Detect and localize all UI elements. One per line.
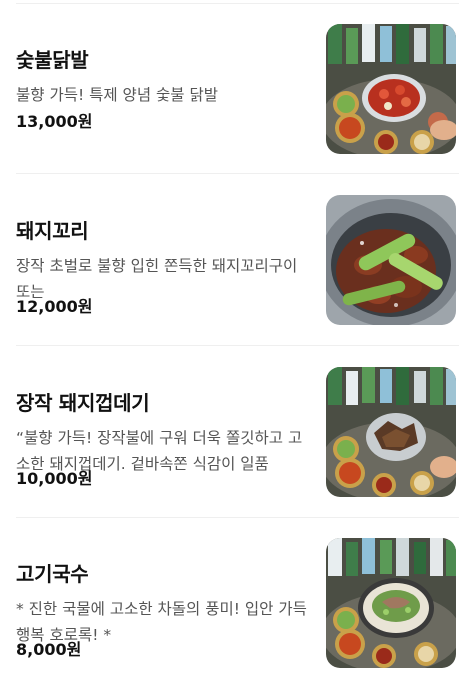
menu-item-pork-tail[interactable]: 돼지꼬리 장작 초벌로 불향 입힌 쫀득한 돼지꼬리구이 또는 12,000원 xyxy=(0,195,459,345)
menu-item-pork-skin[interactable]: 장작 돼지껍데기 “불향 가득! 장작불에 구워 더욱 쫄깃하고 고소한 돼지껍… xyxy=(0,367,459,517)
divider xyxy=(16,173,459,174)
divider xyxy=(16,517,459,518)
menu-item-price: 13,000원 xyxy=(16,112,93,131)
noodle-soup-dish-photo[interactable] xyxy=(326,538,456,668)
menu-item-description: 불향 가득! 특제 양념 숯불 닭발 xyxy=(16,86,218,104)
menu-item-price: 8,000원 xyxy=(16,640,82,659)
pork-skin-dish-photo[interactable] xyxy=(326,367,456,497)
menu-item-name: 돼지꼬리 xyxy=(16,219,89,243)
menu-item-name: 장작 돼지껍데기 xyxy=(16,391,150,415)
menu-item-price: 12,000원 xyxy=(16,297,93,316)
pork-tail-dish-photo[interactable] xyxy=(326,195,456,325)
chicken-feet-dish-photo[interactable] xyxy=(326,24,456,154)
menu-item-name: 숯불닭발 xyxy=(16,48,89,72)
divider xyxy=(16,345,459,346)
menu-item-chicken-feet[interactable]: 숯불닭발 불향 가득! 특제 양념 숯불 닭발 13,000원 xyxy=(0,24,459,174)
menu-item-noodle-soup[interactable]: 고기국수 * 진한 국물에 고소한 차돌의 풍미! 입안 가득 행복 호로록! … xyxy=(0,538,459,688)
menu-list: 숯불닭발 불향 가득! 특제 양념 숯불 닭발 13,000원 돼지꼬리 장작 … xyxy=(0,0,459,681)
divider xyxy=(16,3,459,4)
menu-item-name: 고기국수 xyxy=(16,562,89,586)
menu-item-price: 10,000원 xyxy=(16,469,93,488)
